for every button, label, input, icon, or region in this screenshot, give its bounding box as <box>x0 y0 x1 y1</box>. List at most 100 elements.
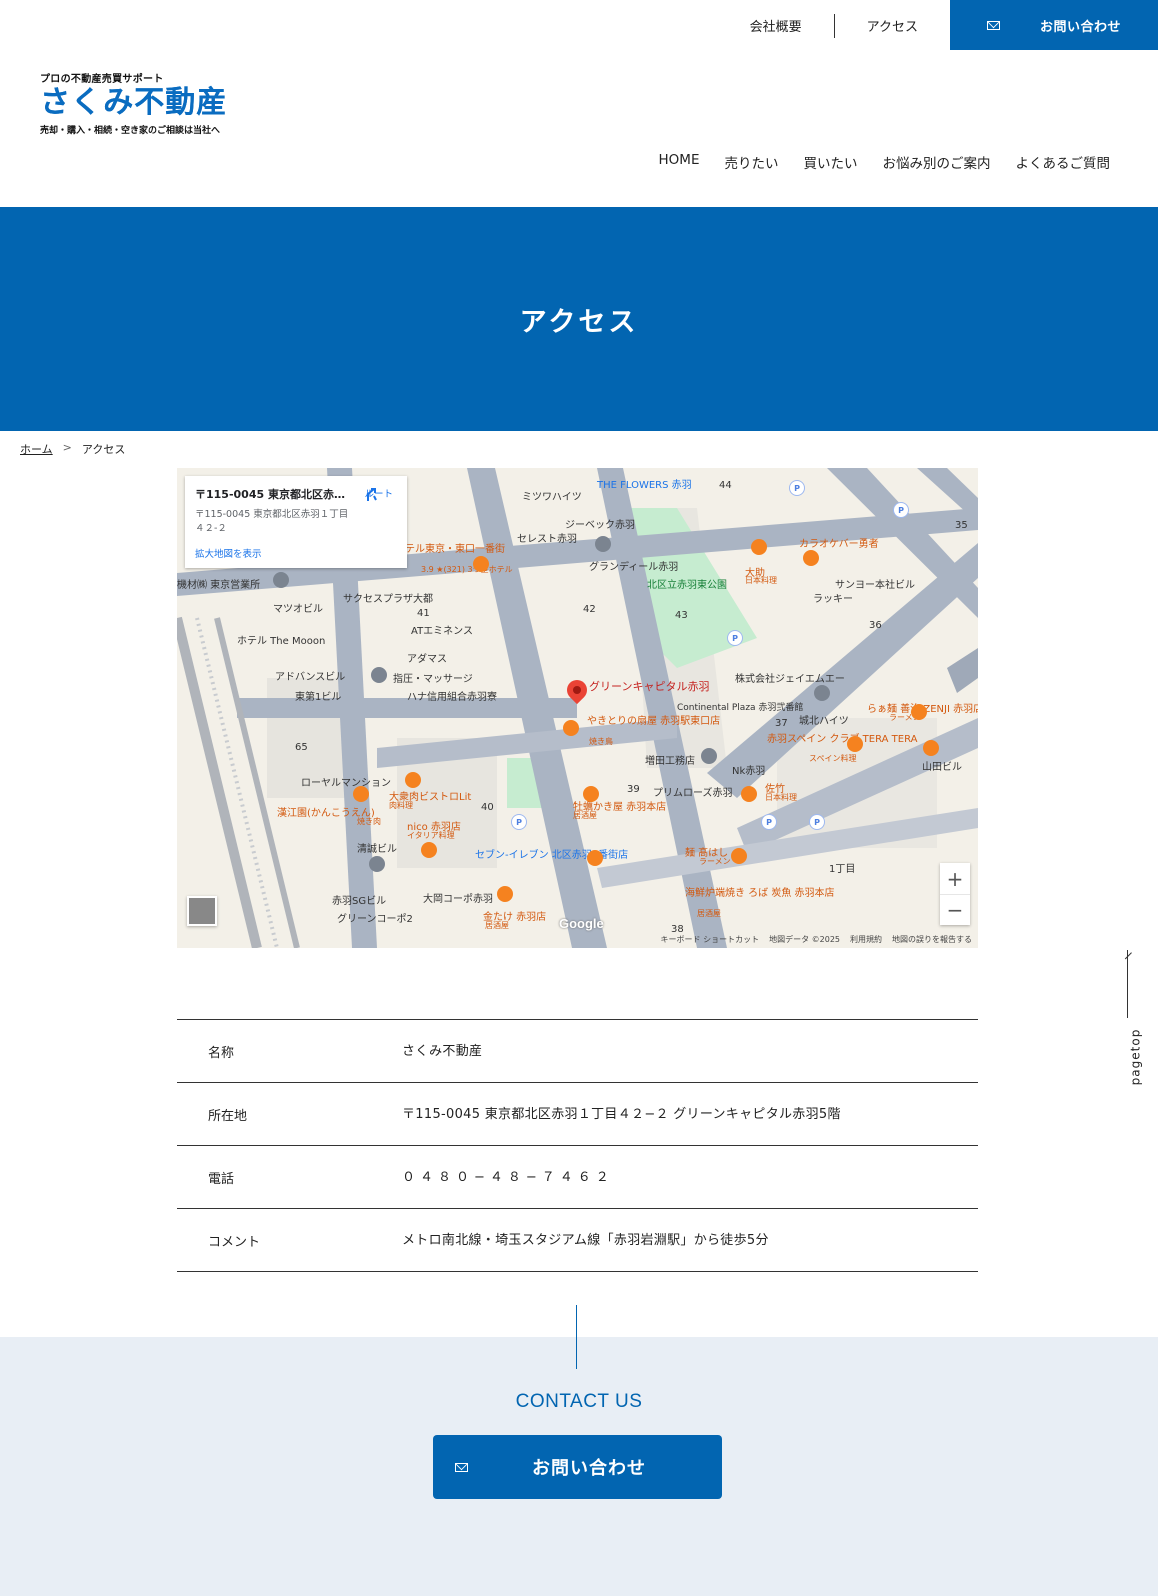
poi-marker[interactable] <box>353 786 369 802</box>
map-label-n40: 40 <box>481 802 494 813</box>
google-logo: Google <box>559 916 604 931</box>
map-data-credit: 地図データ ©2025 <box>769 935 840 944</box>
street-view-thumbnail[interactable] <box>187 896 217 926</box>
contact-divider-line <box>576 1305 577 1369</box>
nav-item-sell[interactable]: 売りたい <box>725 152 779 172</box>
map-label-n36: 36 <box>869 620 882 631</box>
top-nav: 会社概要 アクセス お問い合わせ <box>718 0 1158 50</box>
poi-marker[interactable] <box>473 556 489 572</box>
pagetop-button[interactable]: pagetop <box>1117 950 1147 1090</box>
zoom-in-button[interactable]: + <box>940 863 970 894</box>
map-label-seven: セブン-イレブン 北区赤羽1番街店 <box>475 850 629 861</box>
map-shortcuts-link[interactable]: キーボード ショートカット <box>661 934 760 945</box>
topnav-company-link[interactable]: 会社概要 <box>718 0 834 50</box>
map-label-lucky: ラッキー <box>813 594 853 605</box>
poi-marker[interactable] <box>595 536 611 552</box>
poi-marker[interactable] <box>847 736 863 752</box>
map-label-masuda: 増田工務店 <box>645 756 695 767</box>
map-label-karaoke: カラオケバー勇者 <box>799 539 879 550</box>
map-label-yakitori: やきとりの扇屋 赤羽駅東口店 <box>587 716 721 727</box>
logo-name: さくみ不動産 <box>40 85 228 120</box>
poi-marker[interactable] <box>911 704 927 720</box>
poi-marker[interactable] <box>369 856 385 872</box>
company-info-table: 名称 さくみ不動産 所在地 〒115-0045 東京都北区赤羽１丁目４２−２ グ… <box>177 1019 978 1272</box>
map-zoom-control: + − <box>940 863 970 925</box>
poi-marker[interactable] <box>751 539 767 555</box>
map-label-kintake-sub: 居酒屋 <box>485 921 509 930</box>
poi-marker[interactable] <box>587 850 603 866</box>
poi-marker[interactable] <box>701 748 717 764</box>
map-pin-label: グリーンキャピタル赤羽 <box>589 680 710 693</box>
map-label-gbec: ジーベック赤羽 <box>565 520 635 531</box>
table-row: 名称 さくみ不動産 <box>177 1020 978 1083</box>
map-label-primrose: プリムローズ赤羽 <box>653 788 733 799</box>
poi-marker[interactable] <box>583 786 599 802</box>
poi-marker[interactable] <box>803 550 819 566</box>
map-label-shiatsu: 指圧・マッサージ <box>393 674 473 685</box>
contact-title: CONTACT US <box>515 1391 643 1412</box>
parking-marker[interactable]: P <box>893 502 909 518</box>
poi-marker[interactable] <box>273 572 289 588</box>
arrow-up-icon <box>1127 950 1128 1018</box>
poi-marker[interactable] <box>731 848 747 864</box>
map-label-mitsuwa: ミツワハイツ <box>522 492 582 503</box>
map-label-moon: ホテル The Mooon <box>237 636 326 647</box>
poi-marker[interactable] <box>421 842 437 858</box>
map-label-tera: 赤羽スペイン クラブ TERA TERA <box>767 734 918 745</box>
nav-item-faq[interactable]: よくあるご質問 <box>1016 152 1111 172</box>
map-terms-link[interactable]: 利用規約 <box>850 934 882 945</box>
map-label-yakitori-sub: 焼き鳥 <box>589 737 613 746</box>
info-key: コメント <box>208 1235 261 1250</box>
map-label-jojo: 城北ハイツ <box>799 716 849 727</box>
page-title: アクセス <box>519 306 639 338</box>
map-route-button[interactable]: ルート <box>364 486 393 501</box>
nav-item-home[interactable]: HOME <box>659 152 700 172</box>
map-label-seisei: 清誠ビル <box>357 844 397 855</box>
site-logo[interactable]: プロの不動産売買サポート さくみ不動産 売却・購入・相続・空き家のご相談は当社へ <box>40 70 240 136</box>
poi-marker[interactable] <box>371 667 387 683</box>
nav-item-buy[interactable]: 買いたい <box>804 152 858 172</box>
map-label-jeimu: 株式会社ジェイエムエー <box>735 674 845 685</box>
poi-marker[interactable] <box>814 685 830 701</box>
map-larger-link[interactable]: 拡大地図を表示 <box>195 546 262 560</box>
map-label-robata: 海鮮炉端焼き ろば 炭魚 赤羽本店 <box>685 888 835 899</box>
poi-marker[interactable] <box>923 740 939 756</box>
header-contact-button[interactable]: お問い合わせ <box>950 0 1158 50</box>
breadcrumb-home-link[interactable]: ホーム <box>20 441 53 457</box>
parking-marker[interactable]: P <box>727 630 743 646</box>
info-value: 〒115-0045 東京都北区赤羽１丁目４２−２ グリーンキャピタル赤羽5階 <box>402 1107 841 1122</box>
parking-marker[interactable]: P <box>511 814 527 830</box>
poi-marker[interactable] <box>497 886 513 902</box>
parking-marker[interactable]: P <box>809 814 825 830</box>
map-label-atemi: ATエミネンス <box>411 626 473 637</box>
breadcrumb-current: アクセス <box>81 443 126 456</box>
map-label-daisuke-sub: 日本料理 <box>745 576 777 585</box>
map-label-sakuses: サクセスプラザ大都 <box>343 594 433 605</box>
map-label-n37: 37 <box>775 718 788 729</box>
parking-marker[interactable]: P <box>789 480 805 496</box>
map-label-sanyo: サンヨー本社ビル <box>835 580 915 591</box>
directions-icon <box>367 488 378 501</box>
parking-marker[interactable]: P <box>761 814 777 830</box>
map-card-title: 〒115-0045 東京都北区赤羽１… <box>195 488 355 501</box>
info-key: 名称 <box>208 1046 235 1061</box>
map-report-link[interactable]: 地図の誤りを報告する <box>892 934 972 945</box>
google-map[interactable]: THE FLOWERS 赤羽 44 35 ミツワハイツ ジーベック赤羽 セレスト… <box>177 468 978 948</box>
map-label-flowers: THE FLOWERS 赤羽 <box>597 480 692 491</box>
main-nav: HOME 売りたい 買いたい お悩み別のご案内 よくあるご質問 <box>659 152 1110 172</box>
topnav-access-link[interactable]: アクセス <box>835 0 950 50</box>
contact-button[interactable]: お問い合わせ <box>433 1435 722 1499</box>
info-key: 所在地 <box>208 1109 248 1124</box>
poi-marker[interactable] <box>405 772 421 788</box>
map-label-matsuo: マツオビル <box>273 604 323 615</box>
nav-item-guide[interactable]: お悩み別のご案内 <box>883 152 991 172</box>
map-label-taishu-sub: 肉料理 <box>389 801 413 810</box>
poi-marker[interactable] <box>741 786 757 802</box>
map-label-menkouhashi-sub: ラーメン <box>699 857 731 866</box>
info-value: メトロ南北線・埼玉スタジアム線「赤羽岩淵駅」から徒歩5分 <box>402 1233 769 1248</box>
map-label-n43: 43 <box>675 610 688 621</box>
poi-marker[interactable] <box>563 720 579 736</box>
info-key: 電話 <box>208 1172 235 1187</box>
zoom-out-button[interactable]: − <box>940 894 970 925</box>
mail-icon <box>986 20 1000 30</box>
